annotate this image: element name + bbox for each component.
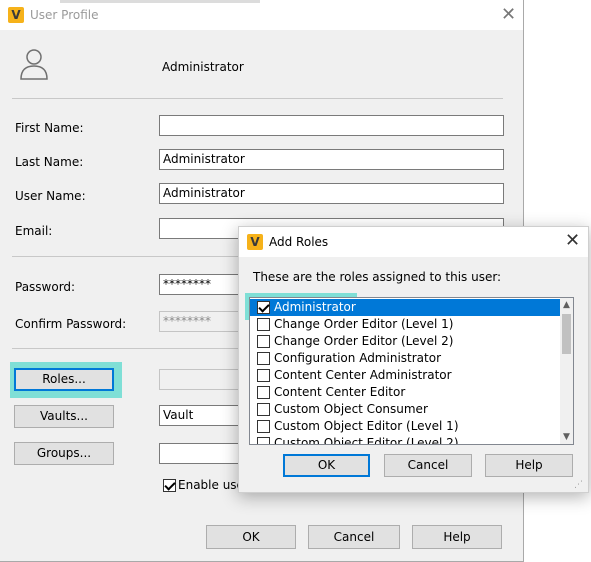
role-item[interactable]: Change Order Editor (Level 1) bbox=[250, 316, 560, 333]
dialog-title: Add Roles bbox=[269, 235, 329, 249]
roles-list[interactable]: Administrator Change Order Editor (Level… bbox=[249, 297, 574, 445]
role-item[interactable]: Content Center Editor bbox=[250, 384, 560, 401]
cancel-button[interactable]: Cancel bbox=[308, 525, 400, 549]
window-title: User Profile bbox=[30, 8, 99, 22]
user-name-label: User Name: bbox=[15, 189, 86, 203]
role-item[interactable]: Content Center Administrator bbox=[250, 367, 560, 384]
password-label: Password: bbox=[15, 280, 76, 294]
role-item[interactable]: Custom Object Editor (Level 2) bbox=[250, 435, 560, 445]
role-label: Custom Object Consumer bbox=[274, 402, 428, 416]
close-icon[interactable]: ✕ bbox=[565, 231, 580, 251]
user-profile-titlebar: V User Profile ✕ bbox=[0, 0, 523, 30]
scroll-up-icon[interactable]: ▲ bbox=[560, 298, 573, 312]
window-edge-strip bbox=[60, 0, 260, 3]
role-item[interactable]: Configuration Administrator bbox=[250, 350, 560, 367]
enable-user-checkbox[interactable] bbox=[163, 479, 176, 492]
close-icon[interactable]: ✕ bbox=[501, 5, 516, 25]
vaults-button[interactable]: Vaults... bbox=[14, 405, 114, 428]
role-checkbox[interactable] bbox=[257, 369, 270, 382]
role-item[interactable]: Custom Object Consumer bbox=[250, 401, 560, 418]
role-checkbox[interactable] bbox=[257, 352, 270, 365]
help-button[interactable]: Help bbox=[412, 525, 502, 549]
role-label: Custom Object Editor (Level 2) bbox=[274, 436, 459, 445]
dialog-cancel-button[interactable]: Cancel bbox=[384, 454, 472, 477]
add-roles-titlebar: V Add Roles ✕ bbox=[239, 227, 588, 257]
scroll-down-icon[interactable]: ▼ bbox=[560, 430, 573, 444]
ok-button[interactable]: OK bbox=[206, 525, 296, 549]
role-label: Content Center Editor bbox=[274, 385, 406, 399]
role-item[interactable]: Custom Object Editor (Level 1) bbox=[250, 418, 560, 435]
vault-logo-icon: V bbox=[8, 7, 24, 23]
last-name-field[interactable]: Administrator bbox=[159, 149, 504, 170]
first-name-field[interactable] bbox=[159, 115, 504, 136]
first-name-label: First Name: bbox=[15, 121, 84, 135]
groups-button[interactable]: Groups... bbox=[14, 442, 114, 465]
role-label: Change Order Editor (Level 2) bbox=[274, 334, 454, 348]
resize-grip-icon[interactable]: ⋰ bbox=[574, 479, 586, 491]
email-label: Email: bbox=[15, 224, 53, 238]
divider bbox=[12, 98, 503, 99]
user-avatar-icon bbox=[20, 49, 48, 80]
roles-button[interactable]: Roles... bbox=[14, 368, 114, 391]
roles-scrollbar[interactable]: ▲ ▼ bbox=[560, 298, 573, 444]
role-label: Content Center Administrator bbox=[274, 368, 452, 382]
user-name-field[interactable]: Administrator bbox=[159, 183, 504, 204]
role-label: Custom Object Editor (Level 1) bbox=[274, 419, 459, 433]
role-checkbox[interactable] bbox=[257, 386, 270, 399]
role-label: Change Order Editor (Level 1) bbox=[274, 317, 454, 331]
dialog-ok-button[interactable]: OK bbox=[283, 454, 370, 477]
role-item[interactable]: Change Order Editor (Level 2) bbox=[250, 333, 560, 350]
role-label: Configuration Administrator bbox=[274, 351, 441, 365]
user-display-name: Administrator bbox=[162, 60, 244, 74]
confirm-password-label: Confirm Password: bbox=[15, 317, 127, 331]
role-label: Administrator bbox=[274, 300, 356, 314]
role-item[interactable]: Administrator bbox=[250, 299, 560, 316]
dialog-help-button[interactable]: Help bbox=[485, 454, 573, 477]
roles-instruction: These are the roles assigned to this use… bbox=[253, 270, 502, 284]
add-roles-dialog: V Add Roles ✕ These are the roles assign… bbox=[238, 226, 589, 493]
role-checkbox[interactable] bbox=[257, 301, 270, 314]
role-checkbox[interactable] bbox=[257, 437, 270, 444]
role-checkbox[interactable] bbox=[257, 335, 270, 348]
scroll-thumb[interactable] bbox=[562, 314, 571, 354]
role-checkbox[interactable] bbox=[257, 318, 270, 331]
vault-logo-icon: V bbox=[247, 234, 263, 250]
last-name-label: Last Name: bbox=[15, 155, 84, 169]
role-checkbox[interactable] bbox=[257, 403, 270, 416]
role-checkbox[interactable] bbox=[257, 420, 270, 433]
